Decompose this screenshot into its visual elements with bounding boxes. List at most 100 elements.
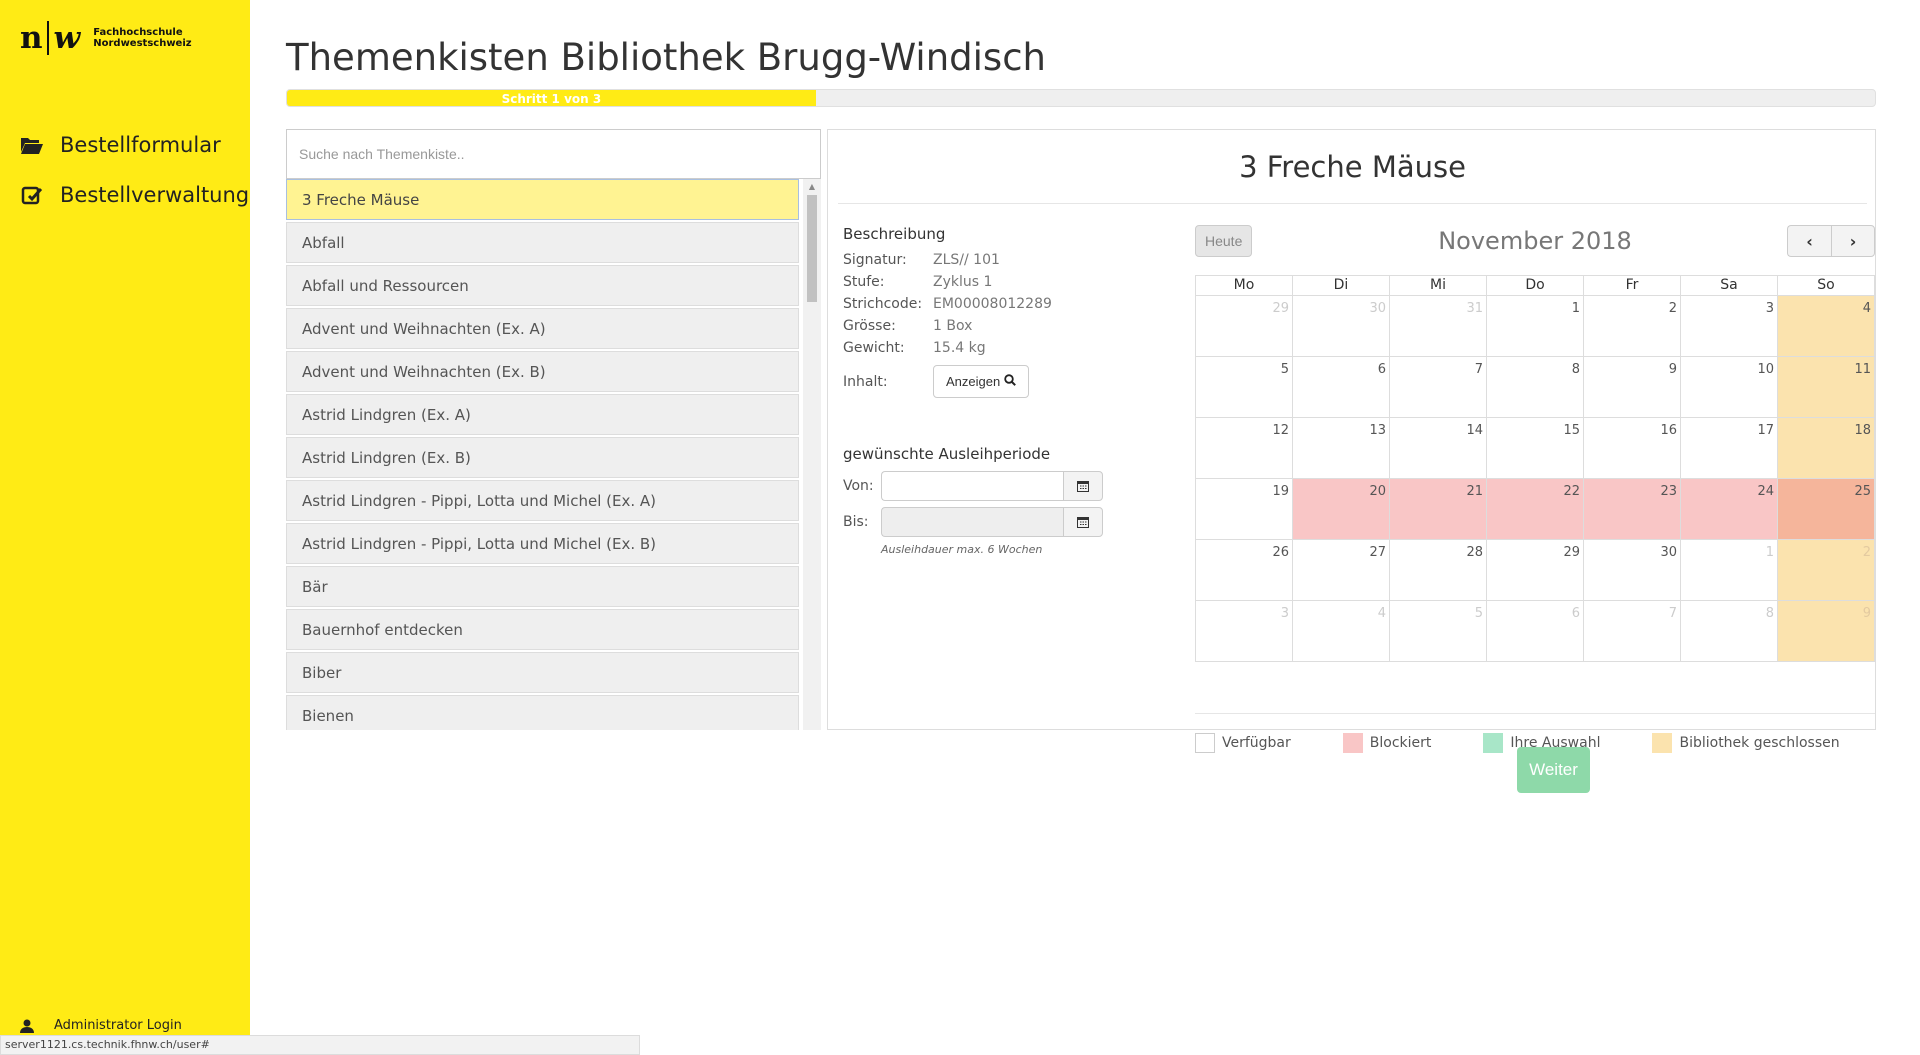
list-item[interactable]: Astrid Lindgren (Ex. A) — [286, 394, 799, 435]
calendar-day[interactable]: 7 — [1390, 357, 1487, 418]
description-section: Beschreibung Signatur: ZLS// 101 Stufe: Zyk… — [843, 225, 1183, 398]
calendar-day[interactable]: 15 — [1487, 418, 1584, 479]
calendar: November 2018 Heute ‹ › Mo Di Mi Do Fr Sa So 29… — [1195, 225, 1875, 753]
info-row: Grösse: 1 Box — [843, 315, 1183, 337]
folder-open-icon — [20, 133, 44, 157]
calendar-icon[interactable] — [1063, 471, 1103, 501]
calendar-day[interactable]: 9 — [1584, 357, 1681, 418]
legend-swatch — [1483, 733, 1504, 753]
calendar-day[interactable]: 22 — [1487, 479, 1584, 540]
calendar-day[interactable]: 5 — [1390, 601, 1487, 662]
list-item[interactable]: Abfall und Ressourcen — [286, 265, 799, 306]
next-button[interactable]: Weiter — [1517, 747, 1590, 793]
list-scrollbar[interactable]: ▲ — [803, 179, 821, 730]
calendar-month-title: November 2018 — [1438, 227, 1632, 255]
calendar-day[interactable]: 27 — [1293, 540, 1390, 601]
calendar-day[interactable]: 14 — [1390, 418, 1487, 479]
calendar-week: 29 30 31 1 2 3 4 — [1196, 296, 1875, 357]
loan-duration-hint: Ausleihdauer max. 6 Wochen — [881, 543, 1043, 556]
info-value: Zyklus 1 — [933, 274, 993, 290]
list-item[interactable]: Abfall — [286, 222, 799, 263]
chevron-right-icon[interactable]: › — [1831, 225, 1875, 257]
list-item[interactable]: Biber — [286, 652, 799, 693]
list-item[interactable]: Bienen — [286, 695, 799, 730]
calendar-day[interactable]: 24 — [1681, 479, 1778, 540]
weekday-row: Mo Di Mi Do Fr Sa So — [1196, 276, 1875, 296]
search-input[interactable] — [286, 129, 821, 179]
chevron-left-icon[interactable]: ‹ — [1787, 225, 1831, 257]
calendar-day[interactable]: 5 — [1196, 357, 1293, 418]
calendar-day[interactable]: 28 — [1390, 540, 1487, 601]
info-key: Gewicht: — [843, 340, 905, 356]
scrollbar-thumb[interactable] — [807, 195, 817, 302]
calendar-day[interactable]: 20 — [1293, 479, 1390, 540]
calendar-day[interactable]: 31 — [1390, 296, 1487, 357]
calendar-day[interactable]: 29 — [1487, 540, 1584, 601]
sidebar-item-bestellverwaltung[interactable]: Bestellverwaltung — [20, 170, 249, 220]
calendar-day[interactable]: 4 — [1778, 296, 1875, 357]
calendar-day[interactable]: 2 — [1778, 540, 1875, 601]
calendar-day[interactable]: 7 — [1584, 601, 1681, 662]
info-row: Strichcode: EM00008012289 — [843, 293, 1183, 315]
calendar-day[interactable]: 30 — [1293, 296, 1390, 357]
calendar-day[interactable]: 8 — [1681, 601, 1778, 662]
list-item[interactable]: Astrid Lindgren (Ex. B) — [286, 437, 799, 478]
calendar-day[interactable]: 1 — [1681, 540, 1778, 601]
list-item[interactable]: Advent und Weihnachten (Ex. A) — [286, 308, 799, 349]
admin-login-link[interactable]: Administrator Login — [20, 1018, 182, 1033]
calendar-day[interactable]: 4 — [1293, 601, 1390, 662]
list-item[interactable]: Astrid Lindgren - Pippi, Lotta und Miche… — [286, 523, 799, 564]
info-key: Stufe: — [843, 274, 885, 290]
legend-label: Verfügbar — [1222, 735, 1291, 751]
sidebar-item-bestellformular[interactable]: Bestellformular — [20, 120, 249, 170]
legend-item: Bibliothek geschlossen — [1652, 733, 1840, 753]
date-from-row: Von: — [843, 471, 1183, 501]
calendar-day[interactable]: 26 — [1196, 540, 1293, 601]
calendar-day[interactable]: 3 — [1196, 601, 1293, 662]
list-item[interactable]: 3 Freche Mäuse — [286, 179, 799, 220]
calendar-day[interactable]: 16 — [1584, 418, 1681, 479]
list-item[interactable]: Advent und Weihnachten (Ex. B) — [286, 351, 799, 392]
calendar-day[interactable]: 11 — [1778, 357, 1875, 418]
weekday-header: Fr — [1584, 276, 1681, 296]
info-value: ZLS// 101 — [933, 252, 1000, 268]
progress-fill: Schritt 1 von 3 — [287, 90, 816, 106]
date-from-input[interactable] — [881, 471, 1063, 501]
list-item[interactable]: Bauernhof entdecken — [286, 609, 799, 650]
calendar-day[interactable]: 13 — [1293, 418, 1390, 479]
show-content-button[interactable]: Anzeigen — [933, 365, 1030, 398]
list-item[interactable]: Astrid Lindgren - Pippi, Lotta und Miche… — [286, 480, 799, 521]
calendar-header: November 2018 Heute ‹ › — [1195, 225, 1875, 260]
calendar-icon[interactable] — [1063, 507, 1103, 537]
calendar-day[interactable]: 25 — [1778, 479, 1875, 540]
calendar-day[interactable]: 9 — [1778, 601, 1875, 662]
logo-mark: n w — [20, 20, 80, 56]
calendar-day[interactable]: 6 — [1487, 601, 1584, 662]
calendar-day[interactable]: 29 — [1196, 296, 1293, 357]
calendar-day[interactable]: 23 — [1584, 479, 1681, 540]
calendar-day[interactable]: 12 — [1196, 418, 1293, 479]
date-to-input[interactable] — [881, 507, 1063, 537]
calendar-day[interactable]: 19 — [1196, 479, 1293, 540]
list-item[interactable]: Bär — [286, 566, 799, 607]
today-button[interactable]: Heute — [1195, 225, 1253, 257]
calendar-day[interactable]: 1 — [1487, 296, 1584, 357]
fhnw-logo[interactable]: n w Fachhochschule Nordwestschweiz — [20, 20, 192, 56]
scroll-up-icon[interactable]: ▲ — [803, 179, 821, 193]
calendar-day[interactable]: 2 — [1584, 296, 1681, 357]
calendar-day[interactable]: 30 — [1584, 540, 1681, 601]
legend-label: Blockiert — [1369, 735, 1432, 751]
calendar-day[interactable]: 10 — [1681, 357, 1778, 418]
calendar-day[interactable]: 8 — [1487, 357, 1584, 418]
sidebar: n w Fachhochschule Nordwestschweiz Beste… — [0, 0, 250, 1055]
info-row: Stufe: Zyklus 1 — [843, 271, 1183, 293]
calendar-day[interactable]: 3 — [1681, 296, 1778, 357]
calendar-day[interactable]: 21 — [1390, 479, 1487, 540]
calendar-day[interactable]: 17 — [1681, 418, 1778, 479]
sidebar-item-label: Bestellverwaltung — [60, 183, 250, 207]
themenkisten-list-wrap[interactable]: 3 Freche Mäuse Abfall Abfall und Ressource… — [286, 179, 821, 730]
status-bar-url: server1121.cs.technik.fhnw.ch/user# — [0, 1035, 640, 1055]
calendar-day[interactable]: 18 — [1778, 418, 1875, 479]
calendar-week: 26 27 28 29 30 1 2 — [1196, 540, 1875, 601]
calendar-day[interactable]: 6 — [1293, 357, 1390, 418]
